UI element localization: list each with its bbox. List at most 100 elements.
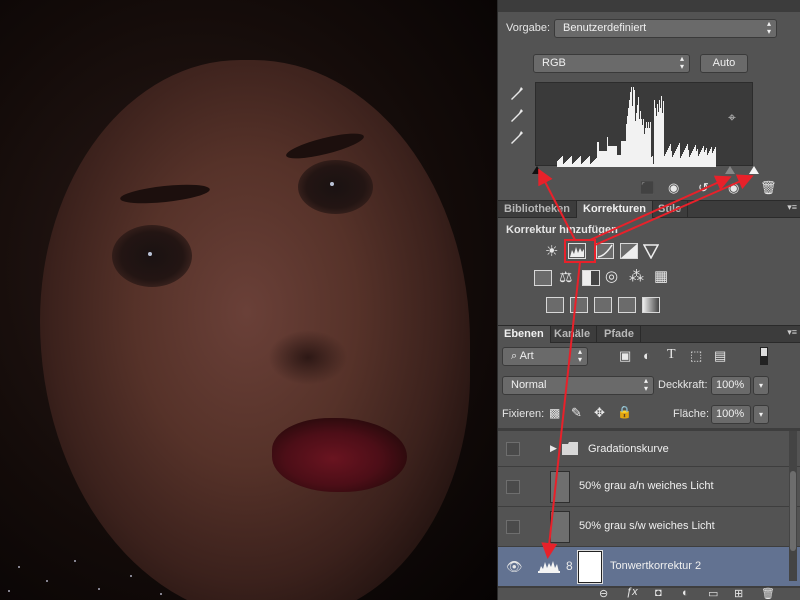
tab-korrekturen[interactable]: Korrekturen (577, 201, 653, 218)
histogram-bar (606, 151, 607, 167)
preset-value: Benutzerdefiniert (563, 22, 647, 34)
lock-all-icon[interactable]: 🔒 (617, 405, 632, 419)
black-point-eyedropper-icon[interactable] (510, 86, 524, 102)
lock-position-icon[interactable]: ✥ (594, 405, 605, 421)
tab-bibliotheken[interactable]: Bibliotheken (498, 201, 578, 218)
histogram-bar (646, 122, 647, 167)
tab-stile[interactable]: Stile (652, 201, 689, 218)
layer-filter-dropdown[interactable]: ⌕ Art ▴ ▾ (502, 347, 588, 366)
black-white-icon[interactable] (582, 270, 600, 286)
channel-mixer-icon[interactable]: ⁂ (629, 267, 644, 285)
histogram-bar (631, 87, 632, 167)
filter-pixel-layers-icon[interactable]: ▣ (619, 348, 631, 364)
fill-dropdown-button[interactable]: ▾ (753, 405, 769, 424)
opacity-field[interactable]: 100% (711, 376, 751, 395)
histogram-bar (679, 143, 680, 167)
visibility-toggle[interactable] (506, 520, 520, 534)
gradient-map-icon[interactable] (642, 297, 660, 313)
histogram-bar (618, 155, 619, 167)
histogram-bar (592, 162, 593, 167)
histogram-bar (560, 158, 561, 167)
gray-point-eyedropper-icon[interactable] (510, 108, 524, 124)
brightness-contrast-icon[interactable]: ☀ (545, 242, 558, 260)
black-input-slider[interactable] (532, 166, 542, 174)
tab-ebenen[interactable]: Ebenen (498, 326, 551, 343)
document-canvas[interactable] (0, 0, 497, 600)
histogram-bar (658, 112, 659, 167)
toggle-visibility-icon[interactable]: ◉ (728, 180, 739, 196)
panel-menu-icon[interactable]: ▾≡ (787, 327, 797, 338)
color-lookup-icon[interactable]: ▦ (654, 267, 668, 285)
gray-input-slider[interactable] (725, 166, 735, 174)
color-balance-icon[interactable]: ⚖ (559, 268, 572, 286)
levels-icon[interactable] (568, 243, 586, 259)
invert-icon[interactable] (546, 297, 564, 313)
curves-icon[interactable] (596, 243, 614, 259)
histogram-bar (595, 159, 596, 167)
histogram-bar (659, 100, 660, 167)
reset-icon[interactable]: ↺ (698, 180, 709, 196)
panel-menu-icon[interactable]: ▾≡ (787, 202, 797, 213)
histogram-bar (580, 156, 581, 167)
filter-shape-layers-icon[interactable]: ⬚ (690, 348, 702, 364)
fill-field[interactable]: 100% (711, 405, 751, 424)
histogram-bar (557, 161, 558, 167)
layer-row[interactable]: 50% grau a/n weiches Licht (498, 467, 800, 507)
histogram-bar (680, 158, 681, 167)
layer-mask-thumbnail[interactable] (577, 550, 603, 584)
posterize-icon[interactable] (570, 297, 588, 313)
nose-shadow (268, 330, 348, 385)
link-icon[interactable]: 8 (566, 559, 573, 573)
filter-type-layers-icon[interactable]: T (667, 347, 676, 363)
trash-icon[interactable]: 🗑 (760, 180, 777, 196)
exposure-icon[interactable] (620, 243, 638, 259)
new-group-icon[interactable]: ▭ (708, 587, 718, 600)
link-layers-icon[interactable]: ⊖ (599, 587, 608, 600)
visibility-toggle[interactable] (506, 480, 520, 494)
lock-transparent-pixels-icon[interactable]: ▩ (549, 406, 560, 420)
delete-layer-icon[interactable]: 🗑 (761, 587, 775, 600)
threshold-icon[interactable] (594, 297, 612, 313)
new-adjustment-layer-icon[interactable]: ◐ (682, 587, 689, 599)
blend-mode-dropdown[interactable]: Normal ▴ ▾ (502, 376, 654, 395)
fx-icon[interactable]: ƒx (626, 586, 638, 598)
filter-adjustment-layers-icon[interactable]: ◐ (643, 348, 651, 363)
tab-pfade[interactable]: Pfade (598, 326, 641, 343)
selective-color-icon[interactable] (618, 297, 636, 313)
photo-filter-icon[interactable]: ◎ (605, 267, 618, 285)
layer-row[interactable]: 50% grau s/w weiches Licht (498, 507, 800, 547)
channel-dropdown[interactable]: RGB ▴ ▾ (533, 54, 690, 73)
histogram-bar (694, 147, 695, 167)
view-previous-state-icon[interactable]: ◉ (668, 180, 679, 196)
layers-scrollbar[interactable] (789, 431, 797, 581)
white-input-slider[interactable] (749, 166, 759, 174)
histogram-bar (586, 159, 587, 167)
preset-dropdown[interactable]: Benutzerdefiniert ▴ ▾ (554, 19, 777, 38)
scrollbar-thumb[interactable] (790, 471, 796, 551)
histogram-bar (602, 151, 603, 167)
eye-icon[interactable]: 👁 (506, 559, 523, 575)
vibrance-icon[interactable] (643, 243, 659, 259)
opacity-dropdown-button[interactable]: ▾ (753, 376, 769, 395)
hue-saturation-icon[interactable] (534, 270, 552, 286)
filter-smart-objects-icon[interactable]: ▤ (714, 348, 726, 364)
dropdown-arrows-icon: ▴ ▾ (766, 19, 771, 36)
auto-button[interactable]: Auto (700, 54, 748, 73)
histogram-bar (633, 87, 634, 167)
histogram-bar (637, 105, 638, 167)
tab-kanaele[interactable]: Kanäle (548, 326, 598, 343)
visibility-toggle[interactable] (506, 442, 520, 456)
lock-image-pixels-icon[interactable]: ✎ (571, 405, 582, 421)
filter-toggle-switch[interactable] (760, 347, 768, 365)
expand-group-icon[interactable]: ▶ (550, 443, 557, 454)
right-eye (298, 160, 373, 214)
histogram-bar (621, 141, 622, 167)
new-layer-icon[interactable]: ⊞ (734, 587, 743, 600)
layer-row-selected[interactable]: 👁 8 Tonwertkorrektur 2 (498, 547, 800, 587)
histogram-bar (612, 146, 613, 167)
add-mask-icon[interactable]: ◘ (655, 587, 662, 599)
clip-to-layer-icon[interactable]: ⬛ (640, 181, 655, 195)
white-point-eyedropper-icon[interactable] (510, 130, 524, 146)
histogram-bar (675, 151, 676, 167)
layer-row[interactable]: ▶ Gradationskurve (498, 431, 800, 467)
